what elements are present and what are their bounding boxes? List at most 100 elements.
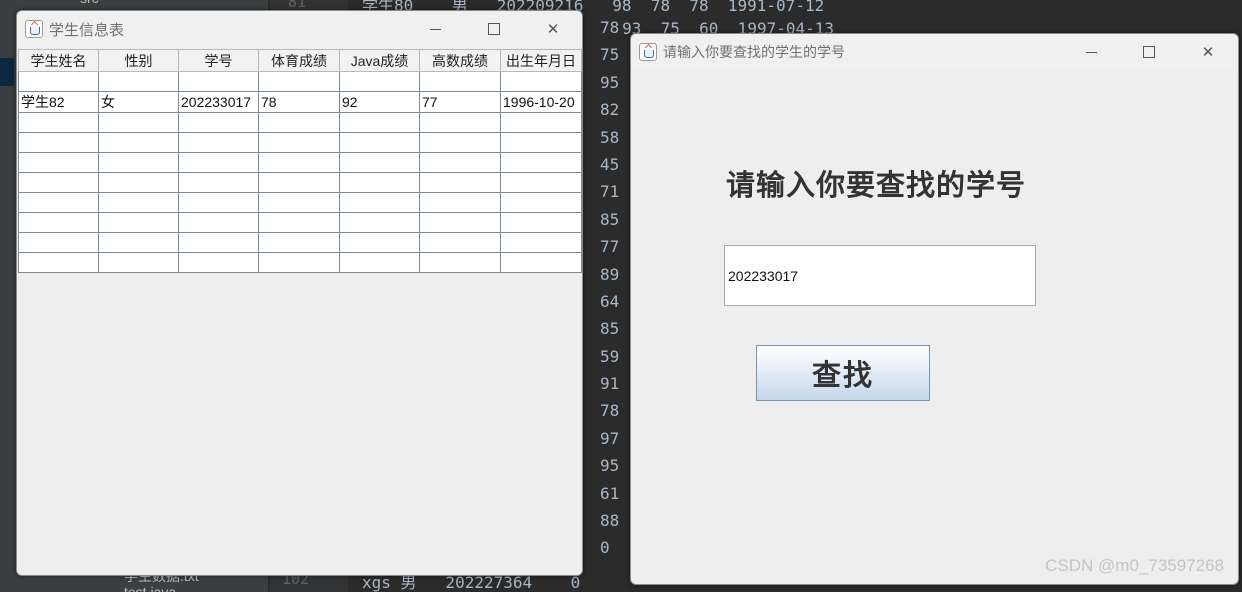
table-cell[interactable] bbox=[178, 152, 259, 173]
table-cell[interactable] bbox=[258, 192, 340, 213]
table-cell[interactable] bbox=[500, 212, 582, 233]
table-cell[interactable] bbox=[98, 71, 179, 92]
table-cell[interactable] bbox=[18, 152, 99, 173]
minimize-icon[interactable] bbox=[412, 11, 458, 47]
minimize-icon[interactable] bbox=[1068, 34, 1114, 70]
table-cell[interactable] bbox=[178, 172, 259, 193]
table-cell[interactable] bbox=[18, 252, 99, 273]
table-cell[interactable]: 女 bbox=[98, 91, 179, 113]
table-cell[interactable] bbox=[18, 192, 99, 213]
table-cell[interactable] bbox=[500, 252, 582, 273]
table-row[interactable] bbox=[18, 192, 582, 213]
table-row[interactable] bbox=[18, 252, 582, 273]
table-cell[interactable] bbox=[500, 232, 582, 253]
table-cell[interactable] bbox=[258, 152, 340, 173]
table-cell[interactable] bbox=[419, 132, 501, 153]
table-cell[interactable] bbox=[419, 172, 501, 193]
table-cell[interactable] bbox=[419, 192, 501, 213]
table-row[interactable] bbox=[18, 212, 582, 233]
table-cell[interactable] bbox=[500, 172, 582, 193]
maximize-icon[interactable] bbox=[471, 11, 517, 47]
table-cell[interactable] bbox=[339, 212, 420, 233]
table-cell[interactable] bbox=[339, 71, 420, 92]
student-table-window: 学生信息表 学生姓名 性别 学号 体育成绩 Java成绩 高数成绩 出生年月日 bbox=[16, 10, 583, 576]
table-cell[interactable] bbox=[98, 112, 179, 133]
table-cell[interactable] bbox=[18, 71, 99, 92]
table-cell[interactable] bbox=[339, 172, 420, 193]
table-cell[interactable] bbox=[500, 192, 582, 213]
column-header[interactable]: 高数成绩 bbox=[419, 49, 501, 72]
table-cell[interactable] bbox=[178, 252, 259, 273]
table-row[interactable] bbox=[18, 112, 582, 133]
student-id-input[interactable] bbox=[724, 245, 1036, 306]
table-cell[interactable] bbox=[98, 212, 179, 233]
table-cell[interactable] bbox=[178, 132, 259, 153]
table-cell[interactable] bbox=[18, 172, 99, 193]
title-bar[interactable]: 请输入你要查找的学生的学号 bbox=[631, 34, 1238, 70]
table-cell[interactable] bbox=[339, 132, 420, 153]
table-cell[interactable] bbox=[339, 192, 420, 213]
table-row[interactable] bbox=[18, 132, 582, 153]
table-cell[interactable] bbox=[339, 252, 420, 273]
table-cell[interactable] bbox=[339, 112, 420, 133]
table-cell[interactable] bbox=[339, 152, 420, 173]
table-cell[interactable] bbox=[18, 212, 99, 233]
table-cell[interactable]: 1996-10-20 bbox=[500, 91, 582, 113]
column-header[interactable]: 性别 bbox=[98, 49, 179, 72]
table-cell[interactable]: 202233017 bbox=[178, 91, 259, 113]
column-header[interactable]: 体育成绩 bbox=[258, 49, 340, 72]
table-cell[interactable] bbox=[258, 252, 340, 273]
table-cell[interactable] bbox=[258, 172, 340, 193]
table-cell[interactable] bbox=[98, 232, 179, 253]
table-cell[interactable] bbox=[500, 112, 582, 133]
table-cell[interactable] bbox=[339, 232, 420, 253]
title-bar[interactable]: 学生信息表 bbox=[17, 11, 582, 47]
table-cell[interactable] bbox=[419, 252, 501, 273]
column-header[interactable]: 学生姓名 bbox=[18, 49, 99, 72]
table-cell[interactable] bbox=[419, 212, 501, 233]
maximize-icon[interactable] bbox=[1126, 34, 1172, 70]
ide-tree-item[interactable]: src bbox=[80, 0, 99, 6]
table-row[interactable] bbox=[18, 232, 582, 253]
close-icon[interactable] bbox=[1185, 34, 1231, 70]
table-cell[interactable] bbox=[500, 71, 582, 92]
table-cell[interactable] bbox=[98, 132, 179, 153]
table-cell[interactable] bbox=[258, 212, 340, 233]
table-cell[interactable] bbox=[178, 71, 259, 92]
table-cell[interactable] bbox=[18, 232, 99, 253]
table-cell[interactable]: 77 bbox=[419, 91, 501, 113]
table-cell[interactable] bbox=[98, 172, 179, 193]
column-header[interactable]: 学号 bbox=[178, 49, 259, 72]
table-row[interactable] bbox=[18, 152, 582, 173]
table-cell[interactable] bbox=[18, 132, 99, 153]
table-cell[interactable] bbox=[419, 232, 501, 253]
table-row[interactable]: 学生82 女 202233017 78 92 77 1996-10-20 bbox=[18, 91, 582, 113]
table-row[interactable] bbox=[18, 172, 582, 193]
table-row[interactable] bbox=[18, 71, 582, 92]
table-cell[interactable] bbox=[98, 252, 179, 273]
table-cell[interactable]: 78 bbox=[258, 91, 340, 113]
table-cell[interactable] bbox=[419, 71, 501, 92]
table-cell[interactable] bbox=[98, 192, 179, 213]
search-button[interactable]: 查找 bbox=[756, 345, 930, 401]
table-cell[interactable] bbox=[18, 112, 99, 133]
close-icon[interactable] bbox=[530, 11, 576, 47]
table-cell[interactable] bbox=[178, 232, 259, 253]
table-cell[interactable] bbox=[258, 232, 340, 253]
column-header[interactable]: 出生年月日 bbox=[500, 49, 582, 72]
table-cell[interactable] bbox=[258, 71, 340, 92]
table-cell[interactable] bbox=[258, 132, 340, 153]
table-cell[interactable]: 学生82 bbox=[18, 91, 99, 113]
table-cell[interactable] bbox=[98, 152, 179, 173]
table-cell[interactable]: 92 bbox=[339, 91, 420, 113]
ide-tree-item[interactable]: test.java bbox=[124, 584, 176, 592]
table-cell[interactable] bbox=[178, 192, 259, 213]
table-cell[interactable] bbox=[500, 132, 582, 153]
table-cell[interactable] bbox=[258, 112, 340, 133]
table-cell[interactable] bbox=[419, 152, 501, 173]
table-cell[interactable] bbox=[178, 212, 259, 233]
table-cell[interactable] bbox=[500, 152, 582, 173]
table-cell[interactable] bbox=[178, 112, 259, 133]
table-cell[interactable] bbox=[419, 112, 501, 133]
column-header[interactable]: Java成绩 bbox=[339, 49, 420, 72]
